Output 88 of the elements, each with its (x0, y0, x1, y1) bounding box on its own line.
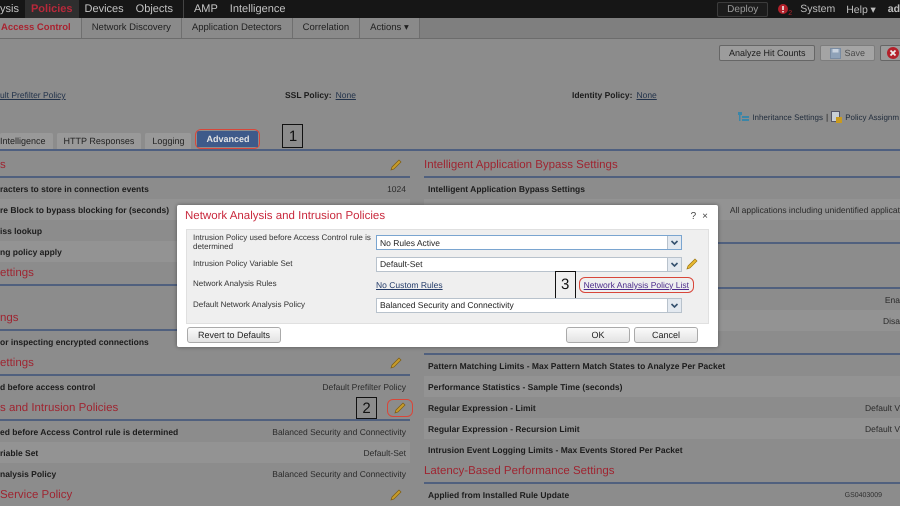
policy-link[interactable]: None (636, 90, 657, 100)
callout-number: 1 (282, 124, 304, 148)
system-menu[interactable]: System (800, 3, 836, 15)
dialog-title: Network Analysis and Intrusion Policies (185, 210, 386, 222)
field-label: Intrusion Policy Variable Set (193, 260, 294, 268)
pencil-icon[interactable] (390, 159, 402, 171)
pencil-icon[interactable] (390, 357, 402, 369)
dialog-button[interactable]: Cancel (634, 326, 698, 343)
separator: | (826, 112, 828, 122)
section-title: ettings (0, 267, 34, 279)
setting-label: Regular Expression - Recursion Limit (428, 424, 580, 434)
nav-item[interactable]: AMP (188, 0, 224, 18)
setting-value: Default V (865, 402, 900, 412)
help-menu[interactable]: Help ▾ (846, 2, 877, 16)
policy-label: SSL Policy: (285, 90, 332, 100)
field-label: Network Analysis Rules (193, 280, 278, 289)
hierarchy-icon (738, 112, 750, 122)
setting-value: 1024 (387, 184, 406, 194)
setting-label: racters to store in connection events (0, 184, 149, 194)
section-title: ngs (0, 312, 19, 324)
setting-value: Ena (884, 294, 900, 304)
close-button[interactable]: × (702, 210, 708, 222)
nav-item[interactable]: ysis (0, 0, 25, 18)
help-button[interactable]: ? (690, 210, 696, 222)
setting-value: Default-Set (363, 448, 406, 458)
rules-link[interactable]: No Custom Rules (376, 280, 443, 290)
policy-link[interactable]: ult Prefilter Policy (0, 90, 66, 100)
setting-value: Balanced Security and Connectivity (272, 426, 406, 436)
nav-item[interactable]: Devices (78, 0, 130, 18)
policy-list-link[interactable]: Network Analysis Policy List (584, 280, 689, 290)
setting-label: Regular Expression - Limit (428, 402, 536, 412)
cancel-button[interactable] (880, 45, 900, 61)
setting-value: Default V (865, 424, 900, 434)
chevron-icon[interactable] (667, 258, 681, 271)
setting-value: Disa (882, 316, 900, 326)
setting-label: or inspecting encrypted connections (0, 336, 149, 346)
dropdown-field[interactable]: Balanced Security and Connectivity (376, 298, 682, 313)
setting-label: iss lookup (0, 226, 42, 236)
tab[interactable]: Intelligence (0, 133, 53, 149)
chevron-icon[interactable] (667, 236, 681, 250)
dropdown-field[interactable]: Default-Set (376, 256, 682, 272)
analyze-button[interactable]: Analyze Hit Counts (718, 45, 816, 61)
callout-number: 2 (356, 397, 377, 419)
settings-link[interactable]: Inheritance Settings (752, 112, 823, 122)
setting-label: Performance Statistics - Sample Time (seconds) (428, 382, 622, 392)
chevron-icon[interactable] (667, 298, 681, 312)
setting-label: re Block to bypass blocking for (seconds) (0, 204, 170, 214)
nav-item[interactable]: Intelligence (224, 0, 292, 18)
setting-label: ng policy apply (0, 246, 62, 256)
revert-button[interactable]: Revert to Defaults (187, 326, 282, 343)
setting-value: Balanced Security and Connectivity (272, 468, 406, 478)
alert-icon[interactable] (778, 4, 788, 14)
tab[interactable]: Advanced (197, 131, 258, 147)
section-title: Service Policy (0, 489, 72, 501)
setting-label: d before access control (0, 382, 96, 392)
setting-label: nalysis Policy (0, 468, 56, 478)
setting-label: ed before Access Control rule is determined (0, 426, 178, 436)
dropdown-field[interactable]: No Rules Active (376, 235, 682, 250)
field-label: Default Network Analysis Policy (193, 300, 306, 310)
section-title: Intelligent Application Bypass Settings (424, 159, 618, 171)
section-title: ettings (0, 357, 34, 369)
pencil-icon[interactable] (394, 402, 406, 414)
sub-nav-tab[interactable]: Correlation (292, 18, 360, 38)
user-menu[interactable]: ad (888, 3, 900, 15)
section-title: Latency-Based Performance Settings (424, 465, 614, 477)
setting-label: riable Set (0, 448, 38, 458)
dialog-button[interactable]: OK (566, 326, 630, 343)
section-title: s (0, 159, 6, 171)
tab[interactable]: HTTP Responses (56, 133, 142, 149)
setting-value: All applications including unidentified applicat (730, 204, 900, 214)
field-label: Intrusion Policy used before Access Control rule is determined (193, 234, 372, 252)
setting-label: Intrusion Event Logging Limits - Max Events Stored Per Packet (428, 444, 683, 454)
tab[interactable]: Logging (145, 133, 192, 149)
pencil-icon[interactable] (390, 489, 402, 501)
section-title: s and Intrusion Policies (0, 402, 118, 414)
setting-label: Pattern Matching Limits - Max Pattern Match States to Analyze Per Packet (428, 360, 726, 370)
sub-nav-tab[interactable]: Application Detectors (182, 18, 293, 38)
pencil-icon[interactable] (686, 258, 698, 270)
sub-nav-tab[interactable]: Actions ▾ (360, 18, 420, 38)
setting-label: Intelligent Application Bypass Settings (428, 184, 585, 194)
setting-value: Default Prefilter Policy (322, 382, 406, 392)
setting-label: Applied from Installed Rule Update (428, 490, 570, 500)
policy-label: Identity Policy: (572, 90, 632, 100)
document-icon (831, 111, 842, 123)
policy-link[interactable]: None (336, 90, 356, 100)
settings-link[interactable]: Policy Assignm (845, 112, 899, 122)
sub-nav-tab[interactable]: Network Discovery (82, 18, 182, 38)
deploy-button[interactable]: Deploy (717, 2, 768, 16)
